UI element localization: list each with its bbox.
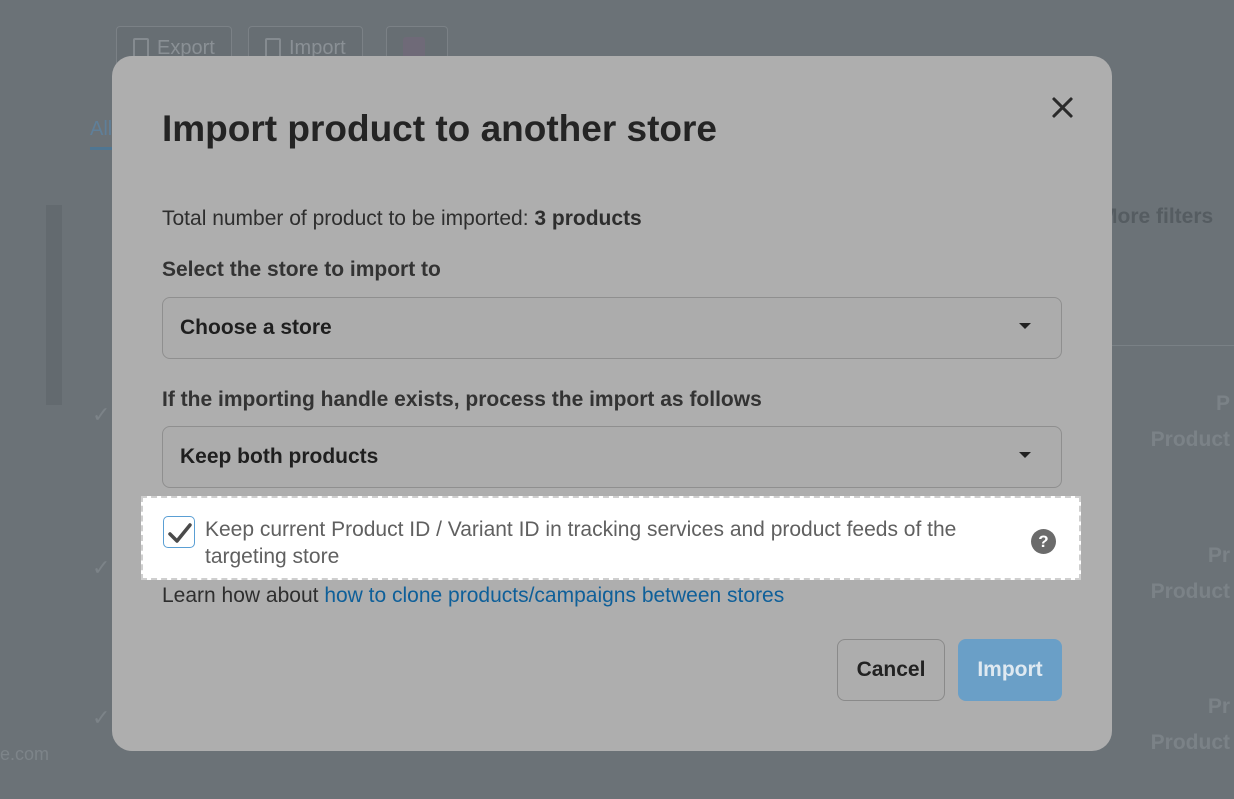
- checkmark-icon: [168, 523, 192, 543]
- close-icon[interactable]: [1047, 92, 1077, 122]
- export-file-icon: [133, 38, 149, 58]
- store-label: Select the store to import to: [162, 258, 441, 281]
- footer-domain: e.com: [0, 744, 50, 764]
- cancel-button[interactable]: Cancel: [837, 639, 945, 701]
- handle-select-value: Keep both products: [180, 445, 379, 468]
- row-label: Pr Product: [1150, 544, 1230, 603]
- divider: [1112, 345, 1234, 346]
- import-modal: Import product to another store Total nu…: [112, 56, 1112, 751]
- chevron-down-icon: [1019, 323, 1031, 329]
- import-file-icon: [265, 38, 281, 58]
- row-label: P Product: [1150, 392, 1230, 451]
- total-products-line: Total number of product to be imported: …: [162, 207, 642, 231]
- keep-ids-label: Keep current Product ID / Variant ID in …: [205, 518, 957, 568]
- store-select[interactable]: Choose a store: [162, 297, 1062, 359]
- more-filters-button: More filters: [1100, 205, 1214, 228]
- scrollbar: [46, 205, 62, 405]
- total-value: 3 products: [534, 207, 642, 230]
- total-prefix: Total number of product to be imported:: [162, 207, 529, 230]
- import-submit-button[interactable]: Import: [958, 639, 1062, 701]
- row-label: Pr Product: [1150, 695, 1230, 754]
- keep-ids-checkbox[interactable]: [163, 516, 195, 548]
- chevron-down-icon: [1019, 452, 1031, 458]
- keep-ids-option: Keep current Product ID / Variant ID in …: [141, 496, 1081, 580]
- modal-title: Import product to another store: [162, 108, 717, 149]
- learn-more-line: Learn how about how to clone products/ca…: [162, 584, 784, 608]
- handle-select[interactable]: Keep both products: [162, 426, 1062, 488]
- handle-label: If the importing handle exists, process …: [162, 388, 762, 411]
- store-select-value: Choose a store: [180, 316, 332, 339]
- learn-prefix: Learn how about: [162, 584, 319, 607]
- question-circle-icon[interactable]: ?: [1031, 529, 1056, 554]
- clone-guide-link[interactable]: how to clone products/campaigns between …: [324, 584, 784, 607]
